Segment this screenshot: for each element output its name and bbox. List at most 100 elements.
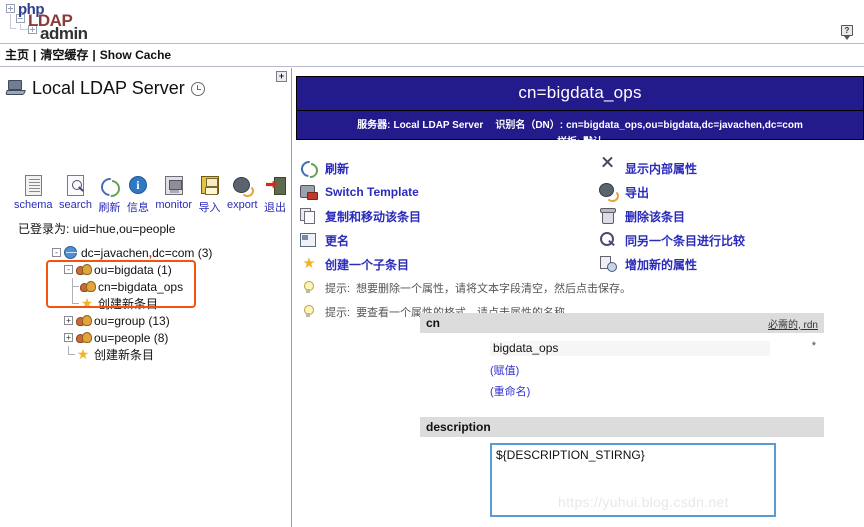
nav-home-link[interactable]: 主页 bbox=[5, 48, 29, 62]
logout-icon bbox=[266, 176, 286, 195]
cn-rename-link-row[interactable]: (重命名) bbox=[490, 383, 824, 399]
internal-attrs-icon bbox=[599, 159, 619, 177]
action-delete-entry[interactable]: 删除该条目 bbox=[599, 204, 859, 228]
tree-node-root-label: dc=javachen,dc=com (3) bbox=[81, 246, 212, 260]
action-show-internal-attributes-label: 显示内部属性 bbox=[625, 161, 698, 176]
action-delete-entry-label: 删除该条目 bbox=[625, 209, 686, 224]
sidebar-tool-import[interactable]: 导入 bbox=[199, 172, 221, 215]
server-title: Local LDAP Server bbox=[32, 78, 185, 98]
action-export[interactable]: 导出 bbox=[599, 180, 859, 204]
tree-node-bigdata-ops[interactable]: cn=bigdata_ops bbox=[68, 278, 212, 295]
action-copy-move-entry[interactable]: 复制和移动该条目 bbox=[299, 204, 599, 228]
tree-node-group[interactable]: + ou=group (13) bbox=[64, 312, 212, 329]
tree-node-people-label: ou=people (8) bbox=[94, 331, 168, 345]
tip-1-text: 想要删除一个属性，请将文本字段清空，然后点击保存。 bbox=[356, 283, 632, 295]
add-attribute-icon bbox=[599, 255, 619, 273]
cn-rename-link[interactable]: (重命名) bbox=[490, 386, 530, 398]
cn-modify-link[interactable]: (赋值) bbox=[490, 365, 519, 377]
people-icon bbox=[80, 280, 96, 293]
tree-node-create-bigdata-label: 创建新条目 bbox=[98, 297, 159, 311]
people-icon bbox=[76, 314, 92, 327]
clock-icon bbox=[190, 81, 205, 96]
attributes-list: cn 必需的, rdn * (赋值) (重命名) description bbox=[420, 313, 824, 527]
sidebar-expand-button[interactable]: + bbox=[276, 71, 287, 82]
tree-expander-bigdata[interactable]: - bbox=[64, 265, 73, 274]
cn-value-input[interactable] bbox=[490, 340, 770, 356]
info-icon bbox=[128, 176, 147, 194]
cn-modify-link-row[interactable]: (赋值) bbox=[490, 362, 824, 378]
attribute-cn-name: cn bbox=[426, 316, 441, 330]
top-bar: php LDAP admin ? bbox=[0, 0, 864, 44]
tree-node-create-bigdata[interactable]: ★ 创建新条目 bbox=[68, 295, 212, 312]
dn-key-label: 识别名（DN）: bbox=[495, 120, 564, 131]
dn-value-label: cn=bigdata_ops,ou=bigdata,dc=javachen,dc… bbox=[566, 120, 803, 131]
action-rename[interactable]: 更名 bbox=[299, 228, 599, 252]
attribute-cn-body: * (赋值) (重命名) bbox=[420, 333, 824, 399]
refresh-icon bbox=[299, 159, 319, 177]
tree-expander-group[interactable]: + bbox=[64, 316, 73, 325]
action-export-label: 导出 bbox=[625, 185, 650, 200]
action-switch-template[interactable]: Switch Template bbox=[299, 180, 599, 204]
export-icon bbox=[233, 176, 255, 197]
action-create-child-entry[interactable]: ★ 创建一个子条目 bbox=[299, 252, 599, 276]
search-icon bbox=[67, 174, 84, 196]
tree-guide-last bbox=[68, 295, 80, 312]
action-add-attribute-label: 增加新的属性 bbox=[625, 257, 698, 272]
globe-icon bbox=[64, 246, 77, 259]
nav-separator-2: | bbox=[92, 48, 96, 62]
nav-separator-1: | bbox=[33, 48, 37, 62]
server-icon bbox=[5, 80, 26, 97]
star-icon: ★ bbox=[80, 295, 94, 311]
people-icon bbox=[76, 331, 92, 344]
description-value-textarea[interactable]: ${DESCRIPTION_STIRNG} bbox=[490, 443, 776, 517]
sidebar-tool-import-label: 导入 bbox=[198, 202, 221, 214]
tree-node-bigdata[interactable]: - ou=bigdata (1) bbox=[64, 261, 212, 278]
sidebar-tool-refresh[interactable]: 刷新 bbox=[98, 172, 120, 215]
copy-icon bbox=[299, 207, 319, 225]
group-count: (13) bbox=[148, 313, 170, 328]
sidebar-tool-info[interactable]: 信息 bbox=[127, 172, 149, 215]
group-label: ou=group bbox=[94, 313, 146, 328]
sidebar-tool-export[interactable]: export bbox=[227, 172, 258, 211]
tree-node-bigdata-ops-label: cn=bigdata_ops bbox=[98, 279, 184, 294]
action-compare-entry[interactable]: 同另一个条目进行比较 bbox=[599, 228, 859, 252]
required-marker: * bbox=[811, 340, 816, 352]
help-icon-glyph: ? bbox=[841, 25, 853, 36]
compare-icon bbox=[599, 231, 619, 249]
tree-node-root[interactable]: - dc=javachen,dc=com (3) bbox=[52, 244, 212, 261]
sidebar: + Local LDAP Server schema search 刷新 i 信… bbox=[0, 68, 292, 527]
sidebar-tool-logout[interactable]: 退出 bbox=[264, 172, 286, 215]
sidebar-tool-schema[interactable]: schema bbox=[14, 172, 53, 211]
tree-expander-root[interactable]: - bbox=[52, 248, 61, 257]
rename-icon bbox=[299, 231, 319, 249]
nav-show-cache-link[interactable]: Show Cache bbox=[100, 48, 171, 62]
tree-node-people[interactable]: + ou=people (8) bbox=[64, 329, 212, 346]
action-refresh[interactable]: 刷新 bbox=[299, 156, 599, 180]
attribute-description-header: description bbox=[420, 417, 824, 437]
refresh-icon bbox=[100, 176, 119, 195]
action-switch-template-label: Switch Template bbox=[325, 185, 419, 199]
action-show-internal-attributes[interactable]: 显示内部属性 bbox=[599, 156, 859, 180]
sidebar-tool-search[interactable]: search bbox=[59, 172, 92, 211]
tree-node-bigdata-label: ou=bigdata (1) bbox=[94, 263, 172, 277]
monitor-icon bbox=[164, 175, 183, 195]
server-key-label: 服务器: bbox=[357, 120, 391, 131]
template-icon bbox=[299, 183, 319, 201]
root-label-a: dc=javachen bbox=[81, 245, 149, 260]
attribute-cn-meta: 必需的, rdn bbox=[767, 319, 818, 331]
entry-actions-left-column: 刷新 Switch Template 复制和移动该条目 更名 ★ 创建一个子条目 bbox=[299, 156, 599, 276]
tree-node-group-label: ou=group (13) bbox=[94, 314, 170, 328]
tree-expander-people[interactable]: + bbox=[64, 333, 73, 342]
action-add-attribute[interactable]: 增加新的属性 bbox=[599, 252, 859, 276]
logged-in-label: 已登录为: bbox=[18, 222, 70, 236]
tree-node-create-root[interactable]: ★ 创建新条目 bbox=[64, 346, 212, 363]
nav-purge-cache-link[interactable]: 清空缓存 bbox=[40, 48, 88, 62]
sidebar-tool-monitor[interactable]: monitor bbox=[155, 172, 192, 211]
sidebar-tool-refresh-label: 刷新 bbox=[98, 202, 121, 214]
help-icon[interactable]: ? bbox=[841, 25, 854, 40]
help-icon-tail bbox=[844, 36, 850, 40]
people-icon bbox=[76, 263, 92, 276]
tree-node-create-root-label: 创建新条目 bbox=[94, 348, 155, 362]
main-nav: 主页 | 清空缓存 | Show Cache bbox=[0, 45, 864, 67]
export-icon bbox=[599, 183, 619, 202]
